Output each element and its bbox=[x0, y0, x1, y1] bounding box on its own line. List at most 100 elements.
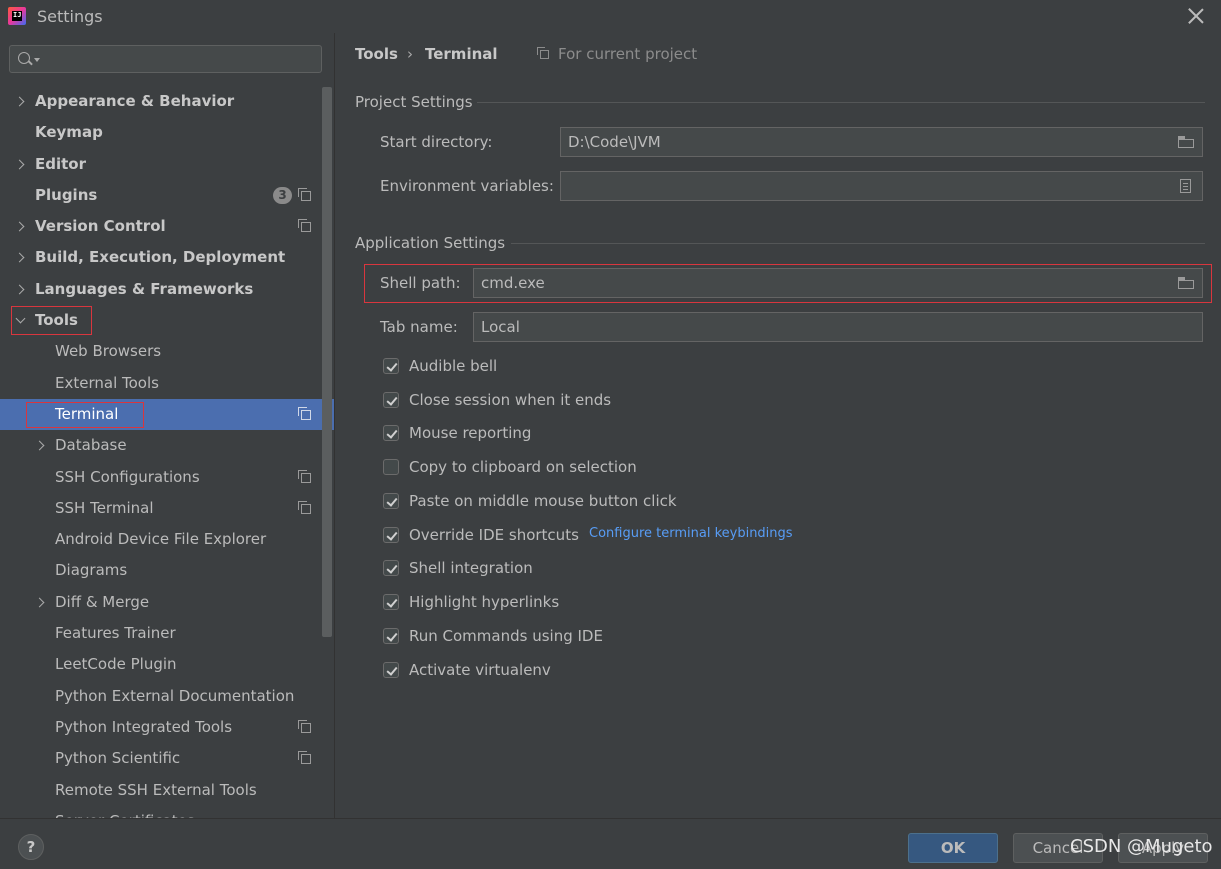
sidebar-item-label: Server Certificates bbox=[55, 806, 195, 818]
breadcrumb-parent[interactable]: Tools bbox=[355, 45, 398, 63]
section-divider bbox=[477, 102, 1205, 103]
chevron-right-icon[interactable] bbox=[34, 440, 45, 451]
project-scope-icon bbox=[537, 47, 549, 59]
sidebar-item-label: Python Scientific bbox=[55, 749, 181, 768]
chevron-right-icon[interactable] bbox=[34, 597, 45, 608]
checkbox-label: Mouse reporting bbox=[409, 424, 532, 442]
checkbox-label: Shell integration bbox=[409, 559, 533, 577]
window-title: Settings bbox=[37, 7, 103, 26]
sidebar-item-label: Terminal bbox=[55, 404, 119, 423]
sidebar-item-plugins[interactable]: Plugins 3 bbox=[0, 180, 334, 211]
checkbox[interactable] bbox=[383, 392, 399, 408]
chevron-right-icon[interactable] bbox=[14, 284, 25, 295]
sidebar-item-label: Web Browsers bbox=[55, 342, 162, 361]
chevron-right-icon[interactable] bbox=[14, 253, 25, 263]
checkbox-label: Paste on middle mouse button click bbox=[409, 492, 677, 510]
folder-icon[interactable] bbox=[1178, 277, 1194, 289]
sidebar-item-keymap[interactable]: Keymap bbox=[0, 117, 334, 148]
checkbox[interactable] bbox=[383, 493, 399, 509]
checkbox[interactable] bbox=[383, 358, 399, 374]
sidebar-item-terminal[interactable]: Terminal bbox=[0, 398, 334, 431]
start-directory-value: D:\Code\JVM bbox=[568, 133, 661, 151]
configure-keybindings-link[interactable]: Configure terminal keybindings bbox=[589, 526, 793, 541]
start-directory-label: Start directory: bbox=[380, 133, 493, 151]
sidebar-item-label: Python External Documentation bbox=[55, 686, 295, 705]
sidebar-item-editor[interactable]: Editor bbox=[0, 149, 334, 180]
search-input[interactable] bbox=[9, 45, 322, 73]
checkbox[interactable] bbox=[383, 527, 399, 543]
sidebar-item-remote-ssh[interactable]: Remote SSH External Tools bbox=[0, 775, 334, 806]
checkbox[interactable] bbox=[383, 560, 399, 576]
ok-button[interactable]: OK bbox=[908, 833, 998, 863]
application-settings-title: Application Settings bbox=[355, 234, 506, 252]
checkbox-label: Run Commands using IDE bbox=[409, 627, 603, 645]
sidebar-item-server-certificates[interactable]: Server Certificates bbox=[0, 806, 334, 818]
chevron-right-icon[interactable] bbox=[14, 159, 25, 170]
checkbox[interactable] bbox=[383, 425, 399, 441]
tab-name-value: Local bbox=[481, 318, 520, 336]
chevron-right-icon[interactable] bbox=[14, 96, 25, 107]
tab-name-field[interactable]: Local bbox=[473, 312, 1203, 342]
checkbox-label: Activate virtualenv bbox=[409, 661, 551, 679]
env-vars-field[interactable] bbox=[560, 171, 1203, 201]
title-bar: IJ Settings bbox=[0, 0, 1221, 33]
settings-sidebar: Appearance & Behavior Keymap Editor Plug… bbox=[0, 33, 334, 818]
checkbox[interactable] bbox=[383, 628, 399, 644]
checkbox[interactable] bbox=[383, 459, 399, 475]
document-icon[interactable] bbox=[1180, 179, 1191, 193]
sidebar-item-external-tools[interactable]: External Tools bbox=[0, 368, 334, 399]
breadcrumb-current: Terminal bbox=[425, 45, 498, 63]
chevron-down-icon[interactable] bbox=[34, 58, 40, 62]
breadcrumb: Tools › Terminal bbox=[355, 45, 498, 63]
close-icon[interactable] bbox=[1185, 5, 1207, 27]
sidebar-item-ssh-configurations[interactable]: SSH Configurations bbox=[0, 462, 334, 493]
project-scope-icon bbox=[298, 219, 311, 233]
sidebar-item-database[interactable]: Database bbox=[0, 430, 334, 461]
sidebar-item-build[interactable]: Build, Execution, Deployment bbox=[0, 242, 334, 273]
plugins-count-badge: 3 bbox=[273, 186, 292, 204]
dialog-footer: ? OK Cancel Apply CSDN @Mugeto bbox=[0, 819, 1221, 869]
sidebar-item-version-control[interactable]: Version Control bbox=[0, 211, 334, 242]
sidebar-item-features-trainer[interactable]: Features Trainer bbox=[0, 618, 334, 649]
sidebar-item-label: Languages & Frameworks bbox=[35, 279, 254, 298]
sidebar-item-android-device[interactable]: Android Device File Explorer bbox=[0, 524, 334, 555]
folder-icon[interactable] bbox=[1178, 136, 1194, 148]
env-vars-label: Environment variables: bbox=[380, 177, 554, 195]
sidebar-item-ssh-terminal[interactable]: SSH Terminal bbox=[0, 493, 334, 524]
tab-name-label: Tab name: bbox=[380, 318, 458, 336]
sidebar-item-label: Tools bbox=[35, 311, 78, 330]
sidebar-item-web-browsers[interactable]: Web Browsers bbox=[0, 336, 334, 367]
checkbox-label: Copy to clipboard on selection bbox=[409, 458, 637, 476]
sidebar-item-tools[interactable]: Tools bbox=[0, 305, 334, 336]
start-directory-field[interactable]: D:\Code\JVM bbox=[560, 127, 1203, 157]
sidebar-item-python-ext-docs[interactable]: Python External Documentation bbox=[0, 681, 334, 712]
sidebar-item-label: Remote SSH External Tools bbox=[55, 780, 257, 799]
sidebar-item-label: Android Device File Explorer bbox=[55, 530, 267, 549]
sidebar-scrollbar[interactable] bbox=[322, 87, 332, 637]
shell-path-field[interactable]: cmd.exe bbox=[473, 268, 1203, 298]
sidebar-item-languages[interactable]: Languages & Frameworks bbox=[0, 274, 334, 305]
sidebar-item-label: Database bbox=[55, 436, 127, 455]
chevron-right-icon[interactable] bbox=[14, 221, 25, 232]
project-scope-icon bbox=[298, 500, 311, 514]
help-button[interactable]: ? bbox=[18, 834, 44, 860]
watermark: CSDN @Mugeto bbox=[1070, 836, 1213, 857]
sidebar-item-diagrams[interactable]: Diagrams bbox=[0, 555, 334, 586]
sidebar-item-appearance[interactable]: Appearance & Behavior bbox=[0, 86, 334, 117]
sidebar-item-python-integrated[interactable]: Python Integrated Tools bbox=[0, 712, 334, 743]
scope-text: For current project bbox=[558, 45, 698, 63]
sidebar-item-leetcode[interactable]: LeetCode Plugin bbox=[0, 649, 334, 680]
checkbox[interactable] bbox=[383, 662, 399, 678]
checkbox[interactable] bbox=[383, 594, 399, 610]
app-logo-icon: IJ bbox=[8, 7, 26, 25]
project-scope-icon bbox=[298, 719, 311, 733]
project-scope-icon bbox=[298, 751, 311, 765]
sidebar-item-python-scientific[interactable]: Python Scientific bbox=[0, 743, 334, 774]
sidebar-item-label: SSH Terminal bbox=[55, 498, 154, 517]
sidebar-item-diff-merge[interactable]: Diff & Merge bbox=[0, 587, 334, 618]
search-icon bbox=[18, 52, 30, 64]
chevron-down-icon[interactable] bbox=[15, 313, 26, 324]
settings-tree: Appearance & Behavior Keymap Editor Plug… bbox=[0, 86, 334, 818]
checkbox-label: Audible bell bbox=[409, 357, 498, 375]
project-settings-title: Project Settings bbox=[355, 93, 473, 111]
